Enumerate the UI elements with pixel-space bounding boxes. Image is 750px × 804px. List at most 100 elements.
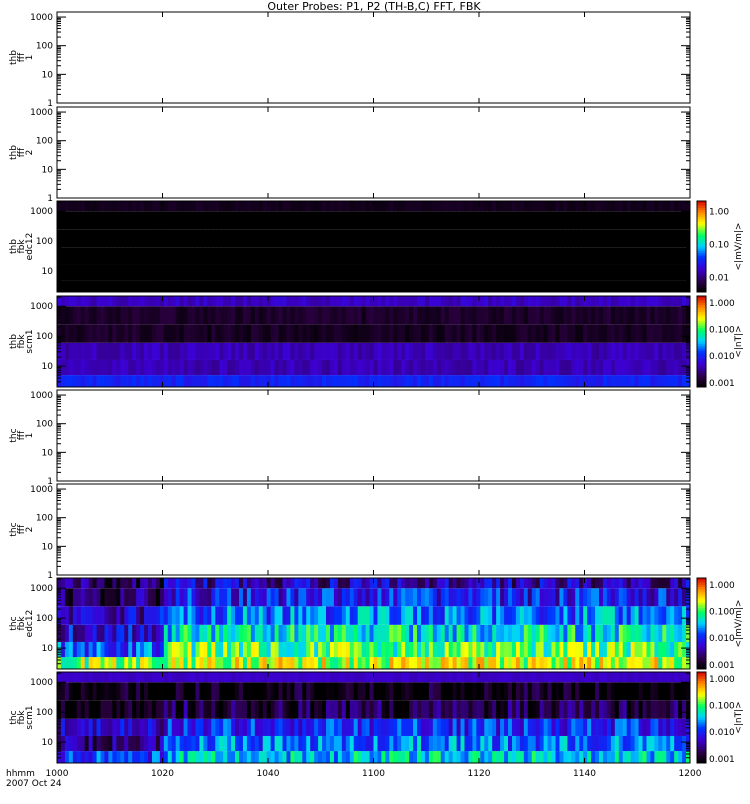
- spectrogram-cell: [428, 718, 434, 736]
- spectrogram-cell: [104, 682, 109, 701]
- spectrogram-cell: [187, 588, 192, 607]
- spectrogram-cell: [504, 606, 509, 625]
- spectrogram-cell: [294, 375, 299, 387]
- spectrogram-cell: [104, 588, 109, 607]
- spectrogram-cell: [543, 718, 548, 736]
- colorbar-segment: [697, 728, 706, 732]
- spectrogram-cell: [116, 624, 121, 642]
- spectrogram-cell: [353, 578, 359, 589]
- spectrogram-cell: [511, 280, 517, 292]
- spectrogram-cell: [658, 306, 663, 325]
- spectrogram-cell: [460, 588, 465, 607]
- spectrogram-cell: [401, 306, 406, 325]
- spectrogram-cell: [88, 264, 94, 281]
- spectrogram-cell: [654, 672, 659, 683]
- spectrogram-cell: [365, 342, 370, 360]
- spectrogram-cell: [480, 280, 485, 292]
- spectrogram-cell: [100, 751, 105, 763]
- spectrogram-cell: [112, 718, 117, 736]
- spectrogram-cell: [286, 578, 291, 589]
- spectrogram-cell: [136, 229, 141, 248]
- spectrogram-cell: [496, 296, 501, 307]
- colorbar-segment: [697, 607, 706, 611]
- spectrogram-cell: [436, 751, 442, 763]
- spectrogram-cell: [417, 718, 422, 736]
- spectrogram-cell: [531, 588, 537, 607]
- spectrogram-cell: [120, 751, 125, 763]
- x-tick-label: 1120: [468, 769, 491, 779]
- spectrogram-cell: [147, 641, 153, 658]
- spectrogram-cell: [496, 306, 501, 325]
- spectrogram-cell: [298, 247, 303, 265]
- spectrogram-cell: [622, 375, 628, 387]
- spectrogram-cell: [638, 229, 643, 248]
- spectrogram-cell: [634, 641, 639, 658]
- spectrogram-cell: [567, 672, 572, 683]
- spectrogram-cell: [630, 588, 636, 607]
- spectrogram-cell: [235, 306, 240, 325]
- spectrogram-cell: [175, 201, 181, 212]
- spectrogram-cell: [432, 672, 438, 683]
- spectrogram-cell: [357, 624, 363, 642]
- spectrogram-cell: [531, 718, 537, 736]
- spectrogram-cell: [496, 751, 501, 763]
- colorbar-tick-label: 0.10: [709, 241, 729, 251]
- spectrogram-cell: [144, 588, 149, 607]
- spectrogram-cell: [567, 657, 572, 669]
- spectrogram-cell: [448, 578, 454, 589]
- spectrogram-cell: [670, 700, 675, 719]
- spectrogram-cell: [535, 296, 541, 307]
- spectrogram-cell: [539, 211, 545, 230]
- spectrogram-cell: [187, 342, 192, 360]
- spectrogram-cell: [654, 682, 659, 701]
- spectrogram-cell: [337, 324, 343, 343]
- spectrogram-cell: [670, 359, 675, 376]
- spectrogram-cell: [112, 342, 117, 360]
- spectrogram-cell: [258, 324, 264, 343]
- spectrogram-cell: [357, 359, 363, 376]
- spectrogram-cell: [76, 247, 82, 265]
- spectrogram-cell: [444, 201, 450, 212]
- spectrogram-cell: [504, 211, 509, 230]
- spectrogram-cell: [306, 606, 311, 625]
- spectrogram-cell: [163, 296, 169, 307]
- spectrogram-cell: [539, 588, 545, 607]
- spectrogram-cell: [480, 296, 485, 307]
- colorbar-segment: [697, 352, 706, 356]
- spectrogram-cell: [523, 657, 529, 669]
- spectrogram-cell: [341, 606, 347, 625]
- spectrogram-cell: [662, 280, 667, 292]
- spectrogram-cell: [231, 657, 236, 669]
- spectrogram-cell: [163, 359, 169, 376]
- spectrogram-cell: [227, 700, 232, 719]
- colorbar-segment: [697, 282, 706, 286]
- spectrogram-cell: [401, 375, 406, 387]
- spectrogram-cell: [306, 280, 311, 292]
- spectrogram-cell: [381, 296, 386, 307]
- summary-plot: Outer Probes: P1, P2 (TH-B,C) FFT, FBK h…: [6, 0, 744, 789]
- spectrogram-cell: [128, 588, 133, 607]
- spectrogram-cell: [666, 264, 671, 281]
- spectrogram-cell: [460, 606, 465, 625]
- spectrogram-cell: [72, 280, 78, 292]
- spectrogram-cell: [262, 211, 268, 230]
- spectrogram-cell: [440, 306, 446, 325]
- spectrogram-cell: [294, 296, 299, 307]
- spectrogram-cell: [583, 657, 588, 669]
- spectrogram-cell: [310, 375, 315, 387]
- spectrogram-cell: [642, 359, 647, 376]
- spectrogram-cell: [642, 641, 647, 658]
- spectrogram-cell: [595, 247, 600, 265]
- spectrogram-cell: [116, 588, 121, 607]
- spectrogram-cell: [539, 751, 545, 763]
- spectrogram-cell: [278, 657, 283, 669]
- spectrogram-cell: [155, 211, 161, 230]
- spectrogram-cell: [318, 751, 323, 763]
- spectrogram-cell: [80, 306, 86, 325]
- spectrogram-cell: [575, 718, 580, 736]
- spectrogram-cell: [650, 700, 655, 719]
- spectrogram-cell: [519, 324, 525, 343]
- spectrogram-cell: [448, 280, 454, 292]
- spectrogram-cell: [456, 657, 461, 669]
- spectrogram-cell: [634, 324, 639, 343]
